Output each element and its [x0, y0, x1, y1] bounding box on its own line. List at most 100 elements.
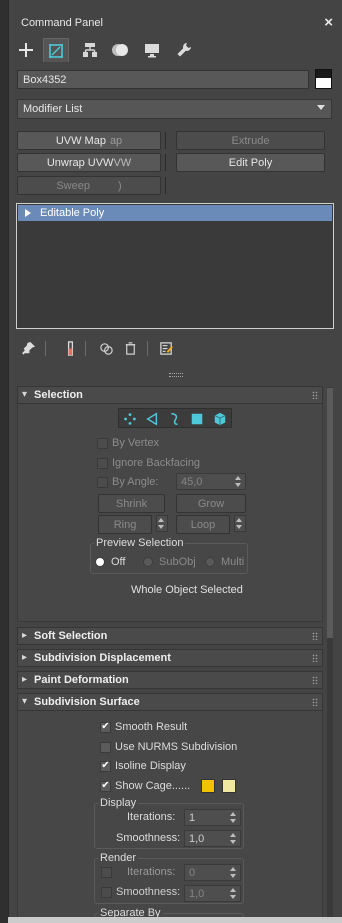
loop-button[interactable]: Loop: [176, 515, 230, 534]
rollout-grip-icon[interactable]: [312, 698, 318, 706]
rollout-grip-icon[interactable]: [312, 654, 318, 662]
render-iterations-label: Iterations:: [127, 866, 176, 878]
chevron-down-icon: [317, 105, 325, 110]
render-group: Render Iterations: 0 Smoothness: 1,0: [94, 852, 244, 904]
radio-dot: [95, 557, 105, 567]
show-end-result-icon[interactable]: [61, 338, 79, 358]
render-smoothness-checkbox[interactable]: [101, 887, 116, 898]
configure-sets-icon[interactable]: [157, 338, 175, 358]
spinner-arrows-icon[interactable]: [235, 476, 242, 487]
make-unique-icon[interactable]: [97, 338, 115, 358]
stack-item-editable-poly[interactable]: Editable Poly: [18, 205, 332, 221]
by-vertex-checkbox[interactable]: By Vertex: [97, 437, 159, 449]
subobject-level-bar: [118, 408, 232, 428]
element-icon[interactable]: [211, 410, 229, 428]
pin-stack-icon[interactable]: [19, 338, 37, 358]
rollout-subdivision-surface-header[interactable]: ▾ Subdivision Surface: [17, 693, 323, 711]
sweep-button[interactable]: Sweep ): [17, 176, 161, 195]
spinner-arrows-icon[interactable]: [230, 867, 237, 878]
vertex-icon[interactable]: [121, 410, 139, 428]
collapse-triangle-icon: ▾: [22, 696, 28, 707]
uvw-map-label: UVW Map: [55, 134, 106, 147]
rollout-grip-icon[interactable]: [312, 676, 318, 684]
rollout-paint-deformation-header[interactable]: ▸ Paint Deformation: [17, 671, 323, 689]
rollout-subdivision-displacement-header[interactable]: ▸ Subdivision Displacement: [17, 649, 323, 667]
tab-modify[interactable]: [43, 38, 69, 62]
edit-poly-button[interactable]: Edit Poly: [176, 153, 325, 172]
shrink-button[interactable]: Shrink: [98, 494, 165, 513]
preview-multi-radio[interactable]: Multi: [205, 556, 244, 568]
checkbox-box: [101, 887, 112, 898]
panel-resize-grip[interactable]: [169, 373, 183, 377]
preview-off-radio[interactable]: Off: [95, 556, 125, 568]
render-iterations-spinner[interactable]: 0: [184, 864, 241, 881]
tab-hierarchy[interactable]: [77, 38, 103, 62]
toolbar-divider: [147, 341, 148, 356]
ignore-backfacing-label: Ignore Backfacing: [112, 457, 201, 469]
spinner-arrows-icon[interactable]: [236, 518, 243, 529]
preview-subobj-radio[interactable]: SubObj: [143, 556, 196, 568]
isoline-display-checkbox[interactable]: ✔ Isoline Display: [100, 760, 186, 772]
show-cage-checkbox[interactable]: ✔ Show Cage......: [100, 780, 190, 792]
unwrap-uvw-label-trail: VW: [113, 156, 132, 169]
preview-selection-label: Preview Selection: [94, 537, 186, 549]
spinner-arrows-icon[interactable]: [230, 812, 237, 823]
polygon-icon[interactable]: [188, 410, 206, 428]
object-name-field[interactable]: Box4352: [17, 70, 309, 89]
selection-status-text: Whole Object Selected: [131, 584, 243, 596]
use-nurms-checkbox[interactable]: Use NURMS Subdivision: [100, 741, 237, 753]
render-smoothness-value: 1,0: [189, 887, 205, 900]
loop-spinner[interactable]: [234, 515, 246, 532]
rollout-selection-header[interactable]: ▾ Selection: [17, 386, 323, 404]
preview-multi-label: Multi: [221, 556, 245, 568]
spinner-arrows-icon[interactable]: [230, 888, 237, 899]
display-iterations-spinner[interactable]: 1: [184, 809, 241, 826]
border-icon[interactable]: [165, 410, 183, 428]
tab-utilities[interactable]: [171, 38, 197, 62]
tab-create[interactable]: [13, 38, 39, 62]
extrude-button[interactable]: Extrude: [176, 131, 325, 150]
cage-color-swatch-1[interactable]: [201, 779, 215, 793]
plus-icon: [19, 43, 33, 57]
smooth-result-checkbox[interactable]: ✔ Smooth Result: [100, 721, 187, 733]
display-icon: [145, 44, 159, 58]
cage-color-swatch-2[interactable]: [222, 779, 236, 793]
object-color-swatch[interactable]: [315, 69, 332, 89]
command-panel-titlebar: Command Panel ×: [9, 14, 342, 34]
expand-triangle-icon[interactable]: [25, 209, 31, 217]
modifier-stack[interactable]: Editable Poly: [16, 203, 334, 329]
tab-display[interactable]: [139, 38, 165, 62]
rollout-soft-selection-header[interactable]: ▸ Soft Selection: [17, 627, 323, 645]
command-panel: Command Panel × Box4352 Modifier List UV…: [8, 0, 342, 923]
grow-button[interactable]: Grow: [176, 494, 246, 513]
rollout-grip-icon[interactable]: [312, 391, 318, 399]
stack-toolbar: [17, 338, 337, 358]
preview-subobj-label: SubObj: [159, 556, 196, 568]
edge-icon[interactable]: [143, 410, 161, 428]
ring-spinner[interactable]: [156, 515, 168, 532]
checkbox-box: ✔: [100, 721, 111, 733]
modifier-list-dropdown[interactable]: Modifier List: [17, 99, 332, 119]
tab-motion[interactable]: [107, 38, 133, 62]
close-icon[interactable]: ×: [324, 14, 333, 31]
checkbox-box: [100, 741, 111, 753]
render-iterations-checkbox[interactable]: [101, 867, 116, 878]
render-smoothness-spinner[interactable]: 1,0: [184, 885, 241, 902]
ignore-backfacing-checkbox[interactable]: Ignore Backfacing: [97, 457, 200, 469]
rollout-title: Subdivision Surface: [34, 696, 140, 708]
display-smoothness-spinner[interactable]: 1,0: [184, 830, 241, 847]
spinner-arrows-icon[interactable]: [230, 833, 237, 844]
checkbox-box: [97, 457, 108, 469]
ring-button[interactable]: Ring: [98, 515, 152, 534]
remove-modifier-icon[interactable]: [121, 338, 139, 358]
angle-spinner[interactable]: 45,0: [176, 473, 246, 490]
by-vertex-label: By Vertex: [112, 437, 160, 449]
spinner-arrows-icon[interactable]: [158, 518, 165, 529]
by-angle-checkbox[interactable]: By Angle:: [97, 476, 158, 488]
rollout-grip-icon[interactable]: [312, 632, 318, 640]
rollout-scrollbar-thumb[interactable]: [327, 388, 333, 638]
uvw-map-button[interactable]: UVW Map ap: [17, 131, 161, 150]
display-group-label: Display: [98, 797, 139, 809]
unwrap-uvw-button[interactable]: Unwrap UVW VW: [17, 153, 161, 172]
display-iterations-value: 1: [189, 811, 196, 824]
